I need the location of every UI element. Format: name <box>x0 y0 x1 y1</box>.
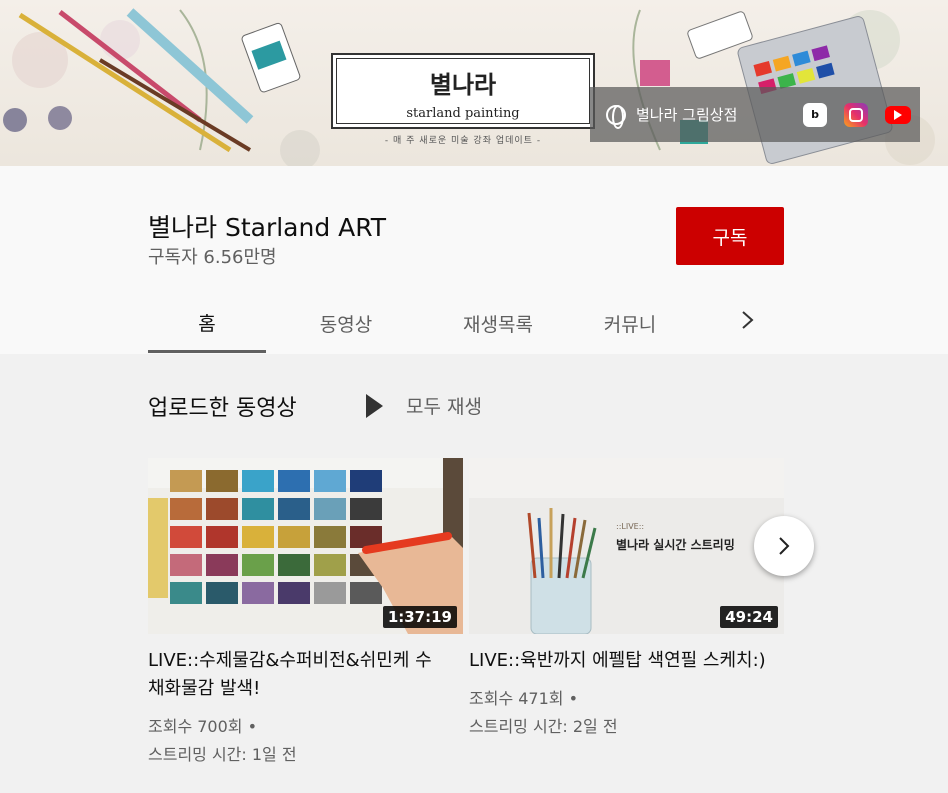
channel-banner: 별나라 starland painting - 매 주 새로운 미술 강좌 업데… <box>0 0 948 166</box>
banner-title: 별나라 <box>429 70 497 99</box>
video-card[interactable]: ::LIVE:: 별나라 실시간 스트리밍 49:24 LIVE::육반까지 에… <box>469 458 784 741</box>
carousel-next-button[interactable] <box>754 516 814 576</box>
channel-name: 별나라 Starland ART <box>148 213 387 242</box>
channel-page: 별나라 starland painting - 매 주 새로운 미술 강좌 업데… <box>0 0 948 793</box>
play-all-button[interactable]: 모두 재생 <box>366 392 482 419</box>
globe-icon <box>606 104 626 129</box>
paint-swatch <box>278 470 310 492</box>
blog-icon[interactable]: b <box>803 102 827 127</box>
paint-swatch <box>242 554 274 576</box>
subscribe-button[interactable]: 구독 <box>676 207 784 265</box>
video-title[interactable]: LIVE::육반까지 에펠탑 색연필 스케치:) <box>469 647 769 675</box>
video-thumbnail[interactable]: ::LIVE:: 별나라 실시간 스트리밍 49:24 <box>469 458 784 634</box>
paint-swatch <box>170 526 202 548</box>
banner-brand-box: 별나라 starland painting <box>331 53 595 129</box>
video-views: 조회수 700회 • <box>148 717 258 736</box>
paint-swatch <box>206 470 238 492</box>
video-card[interactable]: 1:37:19 LIVE::수제물감&수퍼비전&쉬민케 수채화물감 발색! 조회… <box>148 458 463 769</box>
channel-tabs: 홈 동영상 재생목록 커뮤니 <box>148 294 690 354</box>
video-views: 조회수 471회 • <box>469 689 579 708</box>
play-icon <box>366 393 383 418</box>
paint-swatch <box>278 526 310 548</box>
paint-swatch <box>314 526 346 548</box>
video-thumbnail[interactable]: 1:37:19 <box>148 458 463 634</box>
paint-swatch <box>314 470 346 492</box>
paint-swatch <box>314 554 346 576</box>
paint-swatch <box>206 582 238 604</box>
instagram-icon[interactable] <box>844 102 868 127</box>
paint-swatch <box>170 554 202 576</box>
paint-swatch <box>170 470 202 492</box>
paint-swatch <box>350 470 382 492</box>
thumbnail-title: 별나라 실시간 스트리밍 <box>616 537 735 552</box>
paint-swatch <box>314 582 346 604</box>
thumbnail-live-label: ::LIVE:: <box>616 522 644 531</box>
video-stream-time: 스트리밍 시간: 2일 전 <box>469 717 618 736</box>
paint-swatch <box>206 526 238 548</box>
paint-swatch <box>206 498 238 520</box>
paint-swatch <box>278 554 310 576</box>
play-all-label: 모두 재생 <box>406 396 482 418</box>
paint-swatch <box>170 498 202 520</box>
section-title: 업로드한 동영상 <box>148 396 297 421</box>
channel-header: 별나라 Starland ART 구독자 6.56만명 구독 홈 동영상 재생목… <box>0 166 948 354</box>
video-duration: 1:37:19 <box>382 606 457 628</box>
store-link[interactable]: 별나라 그림상점 <box>636 104 786 125</box>
paint-swatch <box>206 554 238 576</box>
tab-playlists[interactable]: 재생목록 <box>426 294 570 353</box>
banner-tagline: - 매 주 새로운 미술 강좌 업데이트 - <box>384 136 542 146</box>
paint-swatch <box>350 582 382 604</box>
chevron-right-icon <box>779 537 790 555</box>
paint-swatch <box>242 582 274 604</box>
tab-community[interactable]: 커뮤니 <box>570 294 690 353</box>
paint-swatch <box>314 498 346 520</box>
banner-subtitle: starland painting <box>406 106 520 121</box>
video-stream-time: 스트리밍 시간: 1일 전 <box>148 745 297 764</box>
banner-links: 별나라 그림상점 b <box>590 87 920 142</box>
tab-home[interactable]: 홈 <box>148 294 266 353</box>
paint-swatch <box>242 470 274 492</box>
paint-swatch <box>278 498 310 520</box>
paint-swatch <box>350 498 382 520</box>
paint-swatch <box>242 526 274 548</box>
subscriber-count: 구독자 6.56만명 <box>148 247 277 268</box>
chevron-right-icon[interactable] <box>737 308 759 332</box>
video-title[interactable]: LIVE::수제물감&수퍼비전&쉬민케 수채화물감 발색! <box>148 647 448 703</box>
paint-swatch <box>170 582 202 604</box>
paint-swatch <box>278 582 310 604</box>
youtube-icon[interactable] <box>885 105 911 124</box>
tab-videos[interactable]: 동영상 <box>266 294 426 353</box>
video-duration: 49:24 <box>720 606 778 628</box>
paint-swatch <box>242 498 274 520</box>
